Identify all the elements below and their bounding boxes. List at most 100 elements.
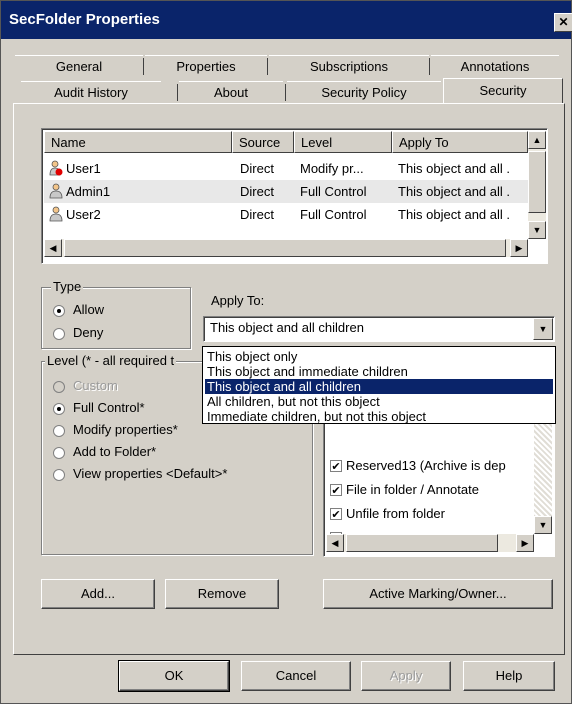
- tab-divider: [177, 84, 178, 101]
- tab-annotations-label: Annotations: [460, 59, 530, 74]
- horizontal-scrollbar[interactable]: ◀ ▶: [44, 239, 528, 257]
- scroll-right-arrow-icon[interactable]: ▶: [516, 534, 534, 552]
- active-marking-owner-button[interactable]: Active Marking/Owner...: [323, 579, 553, 609]
- table-row[interactable]: Admin1 Direct Full Control This object a…: [44, 180, 528, 203]
- tab-security[interactable]: Security: [443, 78, 563, 104]
- column-header-level[interactable]: Level: [294, 131, 392, 153]
- title-bar[interactable]: SecFolder Properties ✕: [1, 1, 572, 39]
- add-to-folder-radio[interactable]: [53, 447, 65, 459]
- remove-button-label: Remove: [197, 586, 247, 601]
- help-button[interactable]: Help: [463, 661, 555, 691]
- scroll-thumb[interactable]: [64, 239, 506, 257]
- rights-horizontal-scrollbar[interactable]: ◀ ▶: [326, 534, 534, 552]
- cancel-button-label: Cancel: [275, 668, 317, 683]
- remove-button[interactable]: Remove: [165, 579, 279, 609]
- modify-properties-radio[interactable]: [53, 425, 65, 437]
- type-group-label: Type: [51, 279, 84, 294]
- scroll-thumb[interactable]: [528, 151, 546, 213]
- row-name: User1: [66, 161, 101, 176]
- tab-security-policy[interactable]: Security Policy: [287, 81, 441, 104]
- tab-subscriptions[interactable]: Subscriptions: [269, 55, 429, 78]
- tab-divider: [429, 58, 430, 75]
- scroll-up-arrow-icon[interactable]: ▲: [528, 131, 546, 149]
- option-immediate-children-not-object[interactable]: Immediate children, but not this object: [205, 409, 553, 424]
- row-source: Direct: [240, 207, 274, 222]
- column-header-source[interactable]: Source: [232, 131, 294, 153]
- close-button[interactable]: ✕: [554, 13, 572, 32]
- apply-to-options-list[interactable]: This object only This object and immedia…: [202, 346, 556, 424]
- row-name: Admin1: [66, 184, 111, 199]
- column-header-name[interactable]: Name: [44, 131, 232, 153]
- full-control-radio[interactable]: [53, 403, 65, 415]
- option-all-children[interactable]: This object and all children: [205, 379, 553, 394]
- view-properties-radio[interactable]: [53, 469, 65, 481]
- scroll-thumb[interactable]: [346, 534, 498, 552]
- tab-security-label: Security: [479, 83, 527, 98]
- table-row[interactable]: User2 Direct Full Control This object an…: [44, 203, 528, 226]
- custom-label: Custom: [73, 378, 118, 393]
- reserved13-checkbox[interactable]: ✔: [330, 460, 342, 473]
- user-icon: [49, 183, 63, 199]
- add-to-folder-label: Add to Folder*: [73, 444, 157, 459]
- view-properties-label: View properties <Default>*: [73, 466, 228, 481]
- custom-radio: [53, 381, 65, 393]
- tab-about[interactable]: About: [179, 81, 283, 104]
- apply-button-label: Apply: [389, 668, 423, 683]
- modify-properties-label: Modify properties*: [73, 422, 178, 437]
- help-button-label: Help: [495, 668, 523, 683]
- scroll-down-arrow-icon[interactable]: ▼: [534, 516, 552, 534]
- row-source: Direct: [240, 161, 274, 176]
- column-header-apply-to[interactable]: Apply To: [392, 131, 528, 153]
- apply-to-value: This object and all children: [210, 320, 364, 335]
- scroll-left-arrow-icon[interactable]: ◀: [44, 239, 62, 257]
- unfile-from-folder-checkbox[interactable]: ✔: [330, 508, 342, 521]
- option-children-not-object[interactable]: All children, but not this object: [205, 394, 553, 409]
- chevron-down-icon[interactable]: ▼: [533, 318, 553, 340]
- option-immediate-children[interactable]: This object and immediate children: [205, 364, 553, 379]
- scroll-down-arrow-icon[interactable]: ▼: [528, 221, 546, 239]
- allow-radio[interactable]: [53, 305, 65, 317]
- apply-to-dropdown[interactable]: This object and all children ▼: [203, 316, 555, 342]
- vertical-scrollbar[interactable]: ▲ ▼: [528, 131, 546, 239]
- type-group: [41, 287, 191, 349]
- permissions-list[interactable]: Name Source Level Apply To User1 Direct …: [41, 128, 548, 264]
- user-icon: [49, 206, 63, 222]
- option-this-object-only[interactable]: This object only: [205, 349, 553, 364]
- scroll-right-arrow-icon[interactable]: ▶: [510, 239, 528, 257]
- add-button[interactable]: Add...: [41, 579, 155, 609]
- rights-checklist[interactable]: ✔ Reserved13 (Archive is dep ✔ File in f…: [323, 421, 555, 557]
- row-name: User2: [66, 207, 101, 222]
- scroll-left-arrow-icon[interactable]: ◀: [326, 534, 344, 552]
- tab-about-label: About: [214, 85, 248, 100]
- row-apply-to: This object and all .: [398, 207, 511, 222]
- ok-button[interactable]: OK: [118, 660, 230, 692]
- tab-general[interactable]: General: [15, 55, 143, 78]
- add-button-label: Add...: [81, 586, 115, 601]
- table-row[interactable]: User1 Direct Modify pr... This object an…: [44, 157, 528, 180]
- unfile-from-folder-label: Unfile from folder: [346, 506, 445, 521]
- row-source: Direct: [240, 184, 274, 199]
- user-warning-icon: [49, 160, 63, 176]
- ok-button-label: OK: [164, 668, 184, 683]
- rights-vertical-scrollbar[interactable]: ▼: [534, 424, 552, 534]
- tab-audit-history-label: Audit History: [54, 85, 128, 100]
- window-title: SecFolder Properties: [9, 11, 160, 28]
- cancel-button[interactable]: Cancel: [241, 661, 351, 691]
- file-in-folder-checkbox[interactable]: ✔: [330, 484, 342, 497]
- tab-subscriptions-label: Subscriptions: [309, 59, 389, 74]
- tab-security-policy-label: Security Policy: [321, 85, 407, 100]
- tab-properties[interactable]: Properties: [145, 55, 267, 78]
- tab-general-label: General: [55, 59, 103, 74]
- tab-audit-history[interactable]: Audit History: [21, 81, 161, 104]
- deny-radio[interactable]: [53, 328, 65, 340]
- tab-annotations[interactable]: Annotations: [431, 55, 559, 78]
- active-marking-label: Active Marking/Owner...: [369, 586, 507, 601]
- allow-label: Allow: [73, 302, 105, 317]
- deny-label: Deny: [73, 325, 104, 340]
- level-group-label: Level (* - all required t: [45, 353, 177, 368]
- row-apply-to: This object and all .: [398, 184, 511, 199]
- row-level: Full Control: [300, 207, 367, 222]
- tab-divider: [143, 58, 144, 75]
- apply-button: Apply: [361, 661, 451, 691]
- full-control-label: Full Control*: [73, 400, 145, 415]
